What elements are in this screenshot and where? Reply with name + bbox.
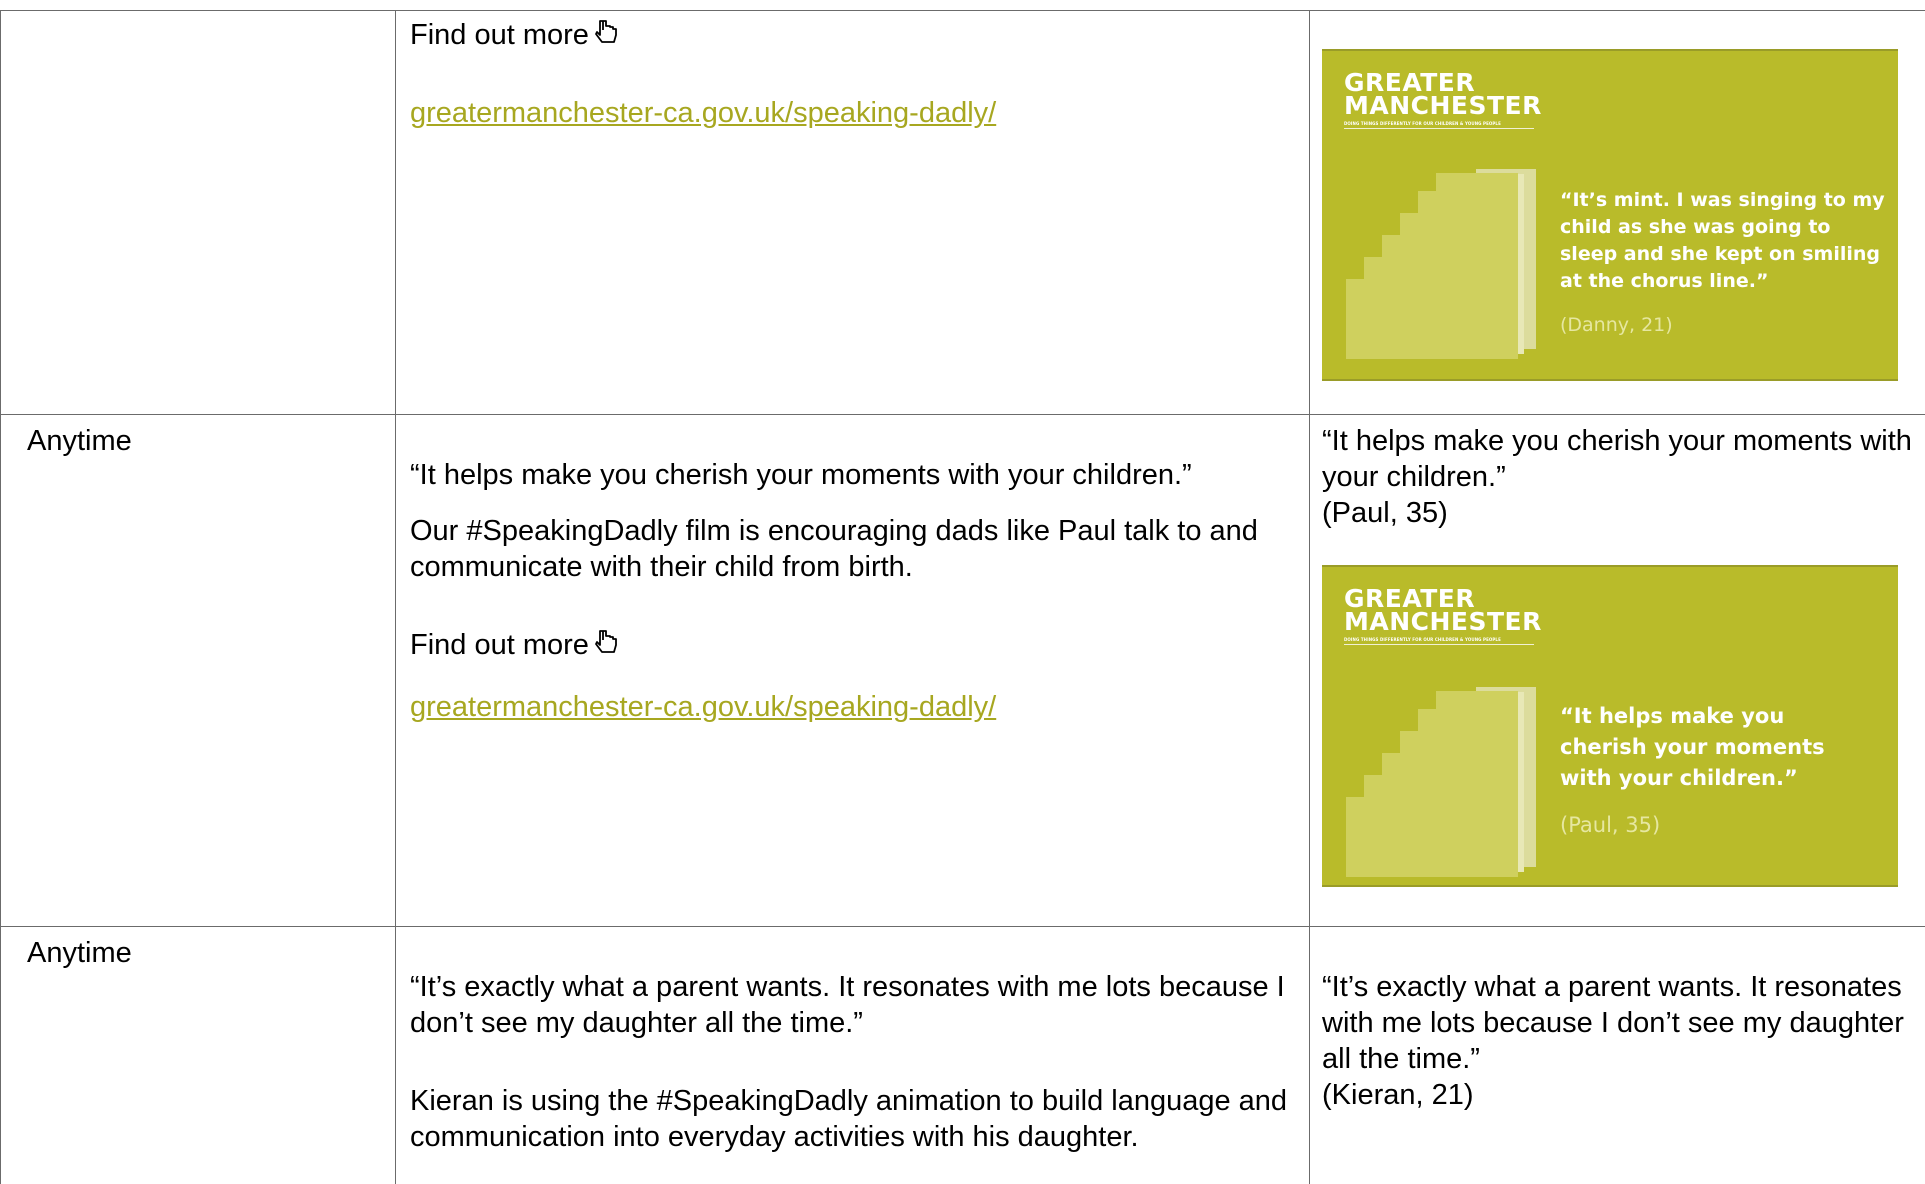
card-attribution: (Danny, 21) bbox=[1560, 314, 1673, 336]
greater-manchester-logo: GREATER MANCHESTER bbox=[1344, 68, 1542, 120]
message-cell: “It helps make you cherish your moments … bbox=[395, 414, 1310, 927]
timing-cell: Anytime bbox=[0, 926, 396, 1184]
message-cell: Find out more greatermanchester-ca.gov.u… bbox=[395, 10, 1310, 415]
body-text: Kieran is using the #SpeakingDadly anima… bbox=[410, 1085, 1288, 1153]
card-quote: “It helps make you cherish your moments … bbox=[1560, 704, 1825, 790]
speaking-dadly-link[interactable]: greatermanchester-ca.gov.uk/speaking-dad… bbox=[410, 97, 996, 129]
stairs-icon bbox=[1346, 687, 1536, 877]
caption-text: “It’s exactly what a parent wants. It re… bbox=[1322, 971, 1904, 1111]
table-row: Find out more greatermanchester-ca.gov.u… bbox=[0, 10, 1925, 415]
document-page: Find out more greatermanchester-ca.gov.u… bbox=[0, 0, 1925, 1184]
schedule-table: Find out more greatermanchester-ca.gov.u… bbox=[0, 10, 1925, 1184]
message-cell: “It’s exactly what a parent wants. It re… bbox=[395, 926, 1310, 1184]
table-row: Anytime “It’s exactly what a parent want… bbox=[0, 926, 1925, 1184]
logo-tagline: DOING THINGS DIFFERENTLY FOR OUR CHILDRE… bbox=[1344, 121, 1534, 129]
table-row: Anytime “It helps make you cherish your … bbox=[0, 414, 1925, 927]
timing-cell bbox=[0, 10, 396, 415]
greater-manchester-logo: GREATER MANCHESTER bbox=[1344, 584, 1542, 636]
timing-cell: Anytime bbox=[0, 414, 396, 927]
find-out-more: Find out more bbox=[410, 627, 1289, 663]
quote-card-paul: GREATER MANCHESTER DOING THINGS DIFFERENT… bbox=[1322, 565, 1898, 887]
image-cell: “It helps make you cherish your moments … bbox=[1309, 414, 1925, 927]
body-text: Our #SpeakingDadly film is encouraging d… bbox=[410, 515, 1258, 583]
card-quote: “It’s mint. I was singing to my child as… bbox=[1560, 189, 1885, 292]
quote-card-danny: GREATER MANCHESTER DOING THINGS DIFFERENT… bbox=[1322, 49, 1898, 381]
logo-tagline: DOING THINGS DIFFERENTLY FOR OUR CHILDRE… bbox=[1344, 637, 1534, 645]
card-attribution: (Paul, 35) bbox=[1560, 813, 1661, 837]
find-out-more: Find out more bbox=[410, 17, 1289, 53]
stairs-icon bbox=[1346, 169, 1536, 359]
speaking-dadly-link[interactable]: greatermanchester-ca.gov.uk/speaking-dad… bbox=[410, 691, 996, 723]
quote-text: “It’s exactly what a parent wants. It re… bbox=[410, 971, 1285, 1039]
image-cell: GREATER MANCHESTER DOING THINGS DIFFERENT… bbox=[1309, 10, 1925, 415]
image-cell: “It’s exactly what a parent wants. It re… bbox=[1309, 926, 1925, 1184]
caption-text: “It helps make you cherish your moments … bbox=[1322, 425, 1912, 529]
pointing-hand-icon bbox=[595, 20, 617, 43]
pointing-hand-icon bbox=[595, 630, 617, 653]
quote-text: “It helps make you cherish your moments … bbox=[410, 459, 1192, 491]
